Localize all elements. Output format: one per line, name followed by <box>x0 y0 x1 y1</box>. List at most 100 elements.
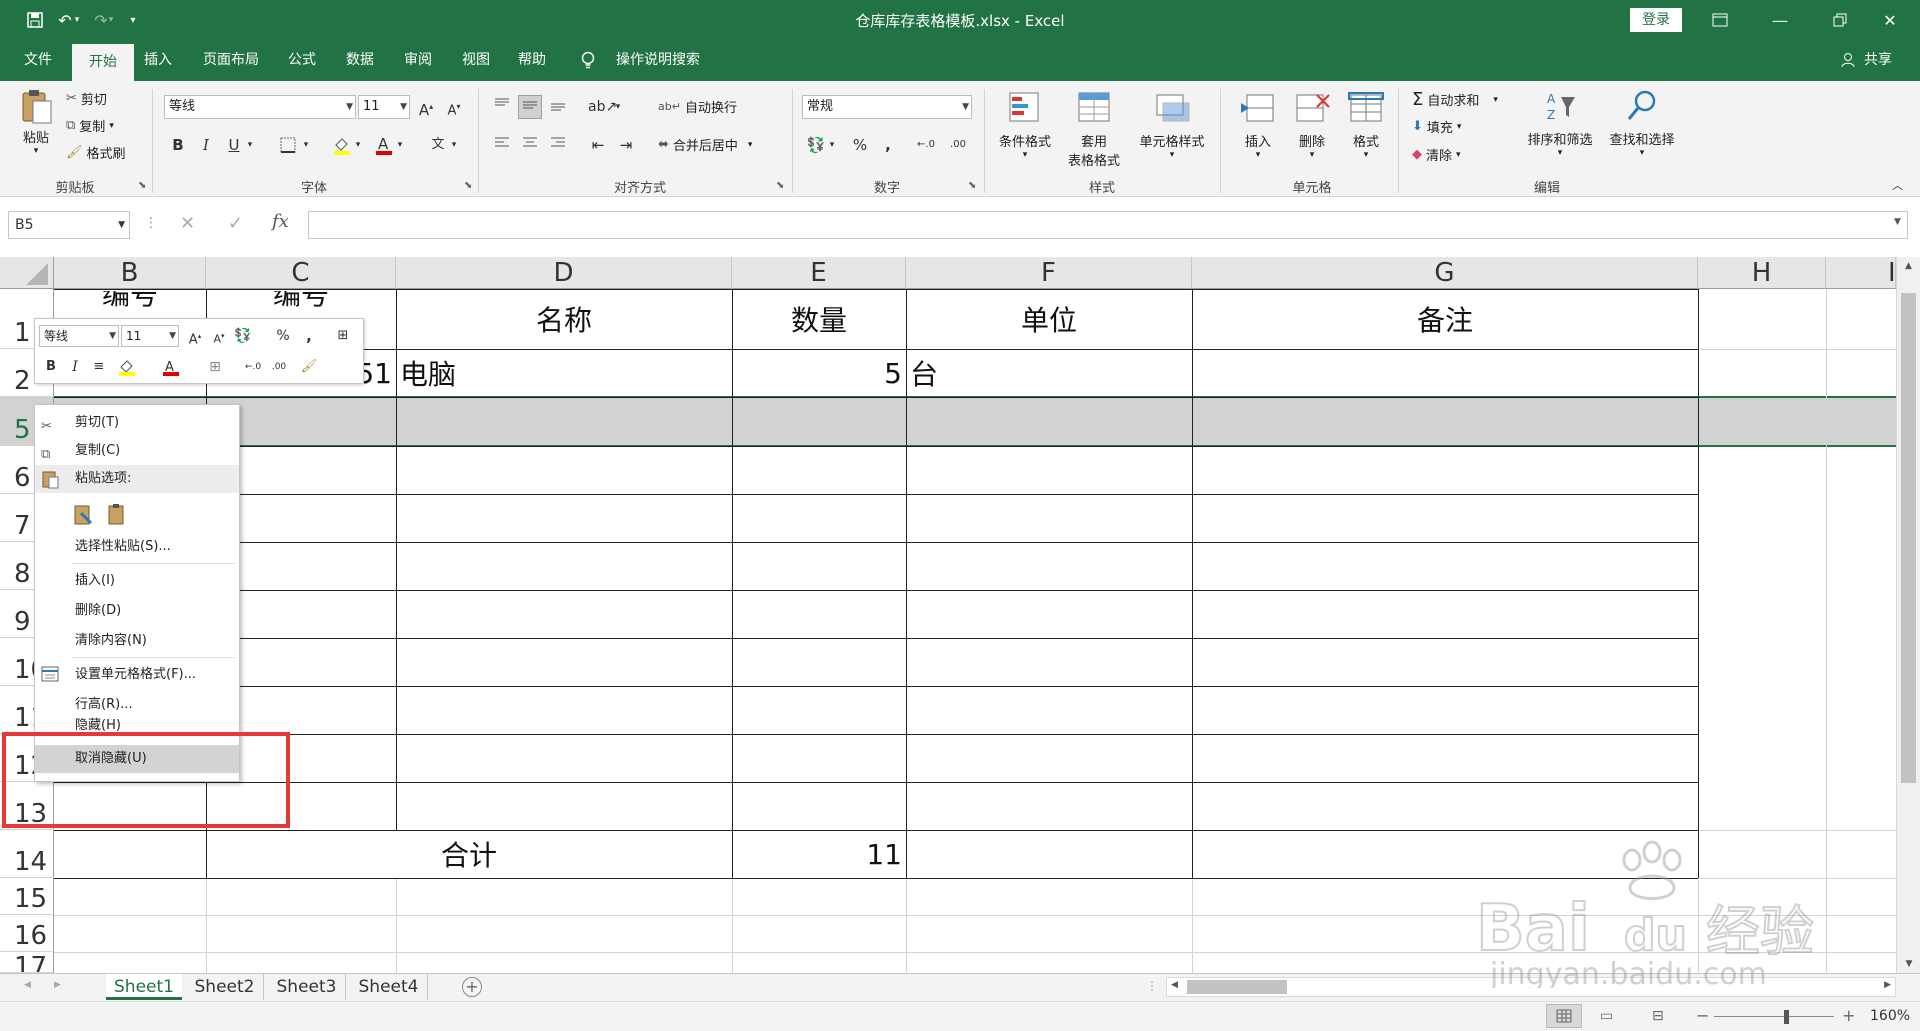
paste-values-icon[interactable] <box>107 503 129 531</box>
select-all-corner[interactable] <box>0 257 54 289</box>
tab-view[interactable]: 视图 <box>456 40 496 81</box>
format-cells-button[interactable]: 格式 ▾ <box>1340 91 1392 160</box>
fill-color-icon[interactable] <box>115 355 139 379</box>
number-format-combo[interactable]: 常规 ▼ <box>802 95 972 119</box>
ribbon-display-icon[interactable] <box>1690 0 1750 40</box>
number-launcher-icon[interactable]: ⬊ <box>968 180 980 192</box>
autosum-button[interactable]: Σ 自动求和 ▾ <box>1412 89 1498 110</box>
increase-decimal-icon[interactable]: ←.0 <box>241 355 265 379</box>
column-header-b[interactable]: B <box>54 257 206 289</box>
decrease-font-icon[interactable]: A▾ <box>207 324 231 348</box>
menu-item-format-cells[interactable]: 设置单元格格式(F)... <box>35 661 239 689</box>
lightbulb-icon[interactable] <box>576 40 600 81</box>
row-header-17[interactable]: 17 <box>0 952 54 973</box>
accounting-format-icon[interactable]: 💱 <box>804 133 828 157</box>
menu-item-copy[interactable]: ⧉ 复制(C) <box>35 437 239 465</box>
accounting-format-icon[interactable]: 💱 <box>231 324 255 348</box>
cell-c1[interactable]: 编号 <box>206 291 396 313</box>
borders-dropdown-icon[interactable]: ▾ <box>300 133 312 157</box>
increase-decimal-icon[interactable]: ←.0 <box>914 133 938 157</box>
underline-icon[interactable]: U <box>222 133 246 157</box>
tab-home[interactable]: 开始 <box>72 44 134 81</box>
vertical-scroll-thumb[interactable] <box>1901 293 1916 783</box>
tab-formulas[interactable]: 公式 <box>282 40 322 81</box>
expand-formula-icon[interactable]: ▼ <box>1894 217 1901 227</box>
borders-icon[interactable] <box>276 133 300 157</box>
bold-icon[interactable]: B <box>166 133 190 157</box>
tab-help[interactable]: 帮助 <box>512 40 552 81</box>
borders-icon[interactable]: ⊞ <box>203 355 227 379</box>
fill-color-dropdown-icon[interactable]: ▾ <box>352 133 364 157</box>
find-select-button[interactable]: 查找和选择 ▾ <box>1602 89 1682 158</box>
tab-review[interactable]: 审阅 <box>398 40 438 81</box>
insert-function-icon[interactable]: fx <box>272 211 289 232</box>
column-header-h[interactable]: H <box>1698 257 1826 289</box>
share-button[interactable]: 共享 <box>1860 40 1896 81</box>
confirm-entry-icon[interactable]: ✓ <box>228 213 243 234</box>
tell-me-search[interactable]: 操作说明搜索 <box>608 40 708 81</box>
paste-formatting-icon[interactable] <box>73 503 95 531</box>
format-as-table-button[interactable]: 套用 表格格式 <box>1062 91 1126 169</box>
column-header-i[interactable]: I <box>1826 257 1896 289</box>
cut-button[interactable]: ✂ 剪切 <box>66 89 107 108</box>
menu-item-hide[interactable]: 隐藏(H) <box>35 715 239 735</box>
alignment-launcher-icon[interactable]: ⬊ <box>776 180 788 192</box>
column-header-d[interactable]: D <box>396 257 732 289</box>
paste-dropdown-icon[interactable]: ▾ <box>14 146 58 156</box>
underline-dropdown-icon[interactable]: ▾ <box>244 133 256 157</box>
tab-file[interactable]: 文件 <box>18 40 58 81</box>
menu-item-delete[interactable]: 删除(D) <box>35 597 239 625</box>
scroll-right-icon[interactable]: ▶ <box>1884 980 1891 990</box>
font-name-combo[interactable]: 等线 ▼ <box>164 95 356 119</box>
copy-button[interactable]: ⧉ 复制 ▾ <box>66 116 114 135</box>
conditional-format-button[interactable]: 条件格式 ▾ <box>992 91 1058 160</box>
align-middle-icon[interactable] <box>518 95 542 119</box>
bold-icon[interactable]: B <box>39 355 63 379</box>
clipboard-launcher-icon[interactable]: ⬊ <box>138 180 150 192</box>
column-header-g[interactable]: G <box>1192 257 1698 289</box>
decrease-decimal-icon[interactable]: .00 <box>946 133 970 157</box>
cell-e2[interactable]: 5 <box>732 349 902 397</box>
sort-filter-button[interactable]: AZ 排序和筛选 ▾ <box>1520 89 1600 158</box>
cell-d1[interactable]: 名称 <box>396 289 732 349</box>
column-header-e[interactable]: E <box>732 257 906 289</box>
phonetic-icon[interactable]: 文 <box>426 133 450 157</box>
scroll-up-icon[interactable]: ▲ <box>1897 261 1920 271</box>
fill-button[interactable]: ⬇ 填充 ▾ <box>1412 117 1461 136</box>
cancel-entry-icon[interactable]: ✕ <box>180 213 195 234</box>
font-color-icon[interactable]: A <box>159 355 183 379</box>
menu-item-clear-contents[interactable]: 清除内容(N) <box>35 627 239 655</box>
horizontal-scrollbar[interactable]: ◀ ▶ <box>1166 977 1896 997</box>
sheet-tab-2[interactable]: Sheet2 <box>186 974 264 1000</box>
split-handle-icon[interactable]: ⋮ <box>1146 979 1158 993</box>
insert-cells-button[interactable]: 插入 ▾ <box>1232 91 1284 160</box>
row-header-16[interactable]: 16 <box>0 915 54 952</box>
cell-total-value[interactable]: 11 <box>732 830 902 878</box>
collapse-ribbon-icon[interactable]: ︿ <box>1892 177 1903 193</box>
cell-e1[interactable]: 数量 <box>732 289 906 349</box>
format-table-icon[interactable]: ⊞ <box>331 324 355 348</box>
customize-qat-icon[interactable]: ▾ <box>118 0 148 40</box>
page-break-view-icon[interactable]: ⊟ <box>1652 1008 1664 1024</box>
italic-icon[interactable]: I <box>194 133 218 157</box>
cell-d2[interactable]: 电脑 <box>400 349 730 397</box>
delete-cells-button[interactable]: 删除 ▾ <box>1286 91 1338 160</box>
cell-total-label[interactable]: 合计 <box>206 830 732 878</box>
align-top-icon[interactable] <box>490 95 514 119</box>
align-center-icon[interactable] <box>518 133 542 157</box>
paste-button[interactable]: 粘贴 ▾ <box>14 87 58 156</box>
cell-f2[interactable]: 台 <box>910 349 1190 397</box>
row-header-14[interactable]: 14 <box>0 830 54 878</box>
horizontal-scroll-thumb[interactable] <box>1187 980 1287 994</box>
page-layout-view-icon[interactable]: ▭ <box>1600 1008 1613 1024</box>
cell-f1[interactable]: 单位 <box>906 289 1192 349</box>
font-launcher-icon[interactable]: ⬊ <box>464 180 476 192</box>
orientation-icon[interactable]: ab↗ <box>588 95 617 119</box>
increase-font-icon[interactable]: A▴ <box>414 95 438 119</box>
font-color-icon[interactable]: A <box>372 133 396 157</box>
share-icon[interactable] <box>1838 40 1858 81</box>
vertical-scrollbar[interactable]: ▲ ▼ <box>1896 257 1920 973</box>
fill-color-icon[interactable] <box>330 133 354 157</box>
minimize-icon[interactable]: — <box>1750 0 1810 40</box>
menu-item-insert[interactable]: 插入(I) <box>35 567 239 595</box>
